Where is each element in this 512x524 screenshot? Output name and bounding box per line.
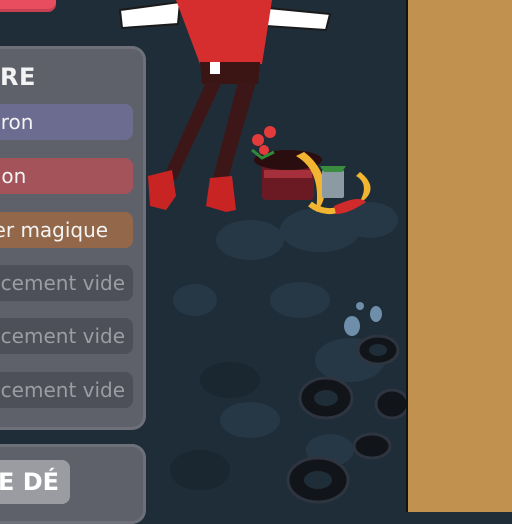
inventory-slot-3[interactable]: ier magique	[0, 212, 133, 248]
inventory-slot-label: ucement vide	[0, 271, 126, 295]
inventory-slot-label: ucement vide	[0, 378, 126, 402]
inventory-slot-1[interactable]: dron	[0, 104, 133, 140]
inventory-slot-label: ier magique	[0, 218, 109, 242]
inventory-slot-label: tion	[0, 164, 27, 188]
inventory-slot-label: ucement vide	[0, 324, 126, 348]
dice-panel: E DÉ	[0, 444, 146, 524]
inventory-slot-label: dron	[0, 110, 34, 134]
inventory-title: RE	[0, 54, 130, 100]
inventory-panel: RE dron tion ier magique ucement vide uc…	[0, 46, 146, 430]
roll-dice-button[interactable]: E DÉ	[0, 460, 70, 504]
roll-dice-label: E DÉ	[0, 468, 60, 496]
inventory-slot-5[interactable]: ucement vide	[0, 318, 133, 354]
inventory-title-text: RE	[0, 63, 36, 91]
inventory-slot-4[interactable]: ucement vide	[0, 265, 133, 301]
inventory-slot-2[interactable]: tion	[0, 158, 133, 194]
inventory-slot-6[interactable]: ucement vide	[0, 372, 133, 408]
side-panel	[406, 0, 512, 512]
top-action-button[interactable]	[0, 0, 56, 12]
